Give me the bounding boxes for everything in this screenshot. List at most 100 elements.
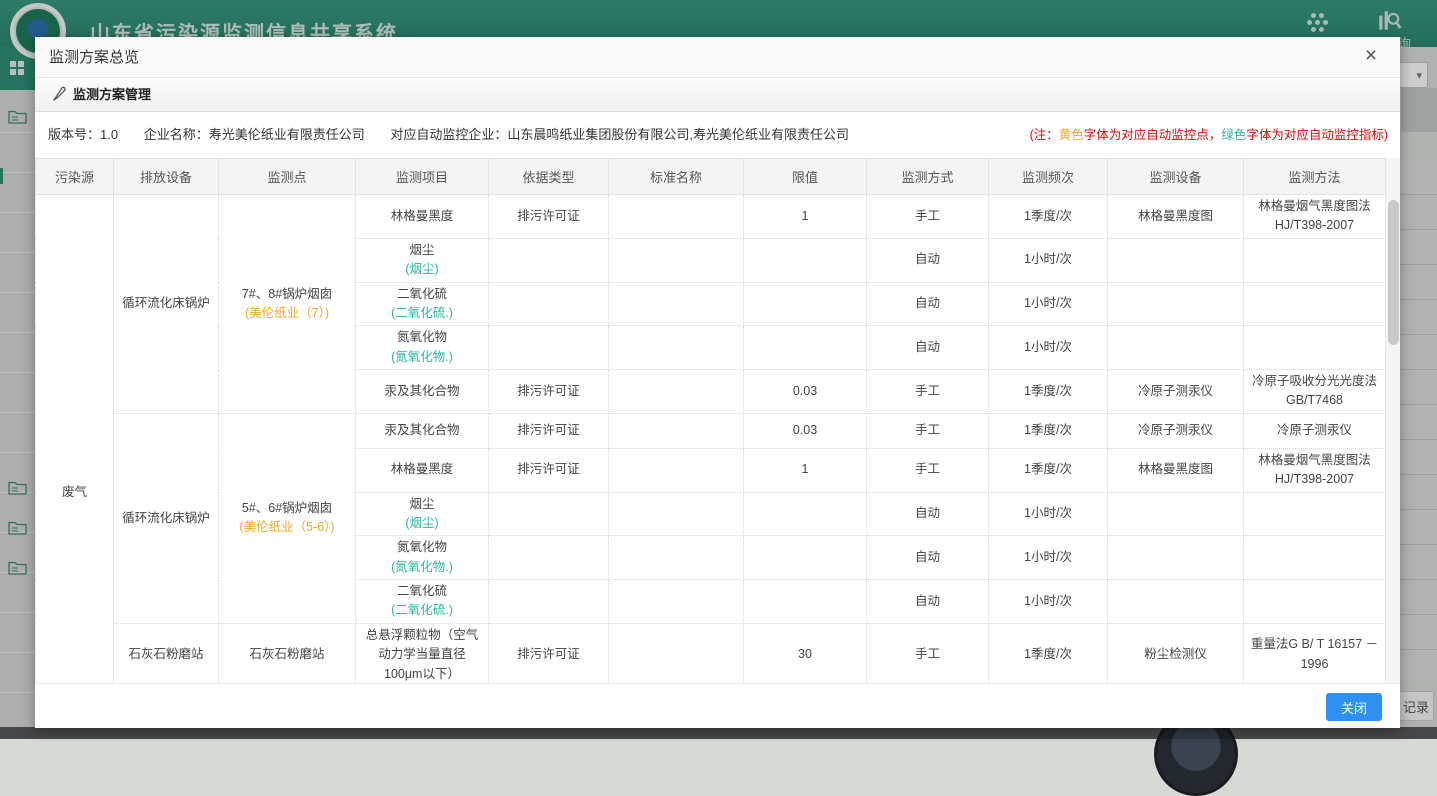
close-icon[interactable]: × (1358, 44, 1384, 68)
table-cell (609, 238, 744, 282)
table-cell: 1小时/次 (989, 580, 1108, 624)
table-row: 循环流化床锅炉5#、6#锅炉烟囱(美伦纸业（5-6）)汞及其化合物排污许可证0.… (36, 413, 1386, 448)
table-cell (1108, 326, 1244, 370)
modal-title: 监测方案总览 (49, 37, 139, 78)
table-cell: 林格曼烟气黑度图法HJ/T398-2007 (1244, 448, 1386, 492)
table-cell: 0.03 (744, 413, 867, 448)
auto-monitor-indicator: (烟尘) (361, 514, 483, 533)
table-cell (609, 536, 744, 580)
table-cell: 烟尘(烟尘) (356, 238, 489, 282)
table-cell (609, 370, 744, 414)
table-cell (1244, 238, 1386, 282)
table-cell: 30 (744, 623, 867, 683)
scrollbar-thumb[interactable] (1388, 200, 1399, 345)
table-cell: 1小时/次 (989, 238, 1108, 282)
column-header: 监测设备 (1108, 159, 1244, 195)
yellow-word: 黄色 (1059, 128, 1084, 142)
table-cell: 排污许可证 (489, 448, 609, 492)
table-cell: 手工 (867, 413, 989, 448)
table-cell (489, 492, 609, 536)
table-cell: 1 (744, 195, 867, 239)
table-cell: 汞及其化合物 (356, 413, 489, 448)
table-cell (489, 536, 609, 580)
table-cell: 自动 (867, 238, 989, 282)
table-cell: 林格曼烟气黑度图法HJ/T398-2007 (1244, 195, 1386, 239)
column-header: 监测方法 (1244, 159, 1386, 195)
pen-icon (51, 86, 68, 108)
table-cell (744, 326, 867, 370)
auto-company-value: 山东晨鸣纸业集团股份有限公司,寿光美伦纸业有限责任公司 (507, 127, 849, 142)
table-cell: 自动 (867, 282, 989, 326)
table-cell: 手工 (867, 448, 989, 492)
table-cell: 石灰石粉磨站 (219, 623, 356, 683)
table-cell: 冷原子吸收分光光度法GB/T7468 (1244, 370, 1386, 414)
version-label: 版本号： (48, 127, 100, 142)
table-cell: 自动 (867, 492, 989, 536)
table-cell (1108, 238, 1244, 282)
modal-titlebar: 监测方案总览 × (35, 37, 1400, 78)
table-cell (489, 282, 609, 326)
table-cell (744, 536, 867, 580)
section-title: 监测方案管理 (73, 78, 151, 112)
monitoring-plan-modal: 监测方案总览 × 监测方案管理 版本号：1.0 企业名称：寿光美伦纸业有限责任公… (35, 37, 1400, 728)
table-cell (609, 326, 744, 370)
table-cell (1108, 580, 1244, 624)
table-cell: 1 (744, 448, 867, 492)
color-legend-note: (注：黄色字体为对应自动监控点，绿色字体为对应自动监控指标) (1030, 112, 1388, 158)
table-cell: 1小时/次 (989, 282, 1108, 326)
table-cell (1244, 580, 1386, 624)
table-cell (609, 195, 744, 239)
monitoring-plan-table: 污染源排放设备监测点监测项目依据类型标准名称限值监测方式监测频次监测设备监测方法… (35, 158, 1386, 683)
table-cell: 林格曼黑度图 (1108, 195, 1244, 239)
table-cell (1108, 536, 1244, 580)
auto-monitor-indicator: (二氧化硫.) (361, 304, 483, 323)
table-cell: 0.03 (744, 370, 867, 414)
table-cell: 自动 (867, 536, 989, 580)
table-cell: 1小时/次 (989, 326, 1108, 370)
table-cell: 1季度/次 (989, 623, 1108, 683)
table-cell: 排污许可证 (489, 370, 609, 414)
table-scrollbar[interactable] (1385, 158, 1400, 683)
table-cell: 1小时/次 (989, 536, 1108, 580)
table-cell: 7#、8#锅炉烟囱(美伦纸业（7）) (219, 195, 356, 414)
plan-info-bar: 版本号：1.0 企业名称：寿光美伦纸业有限责任公司 对应自动监控企业：山东晨鸣纸… (35, 112, 1400, 158)
table-cell (609, 623, 744, 683)
table-cell: 石灰石粉磨站 (114, 623, 219, 683)
company-value: 寿光美伦纸业有限责任公司 (209, 127, 365, 142)
column-header: 监测项目 (356, 159, 489, 195)
table-cell (744, 282, 867, 326)
table-cell: 林格曼黑度图 (1108, 448, 1244, 492)
table-cell (744, 492, 867, 536)
table-cell: 重量法G B/ T 16157 － 1996 (1244, 623, 1386, 683)
table-cell: 林格曼黑度 (356, 195, 489, 239)
section-header: 监测方案管理 (35, 78, 1400, 112)
table-cell: 手工 (867, 195, 989, 239)
auto-monitor-indicator: (二氧化硫.) (361, 601, 483, 620)
column-header: 监测方式 (867, 159, 989, 195)
table-cell (1244, 282, 1386, 326)
table-cell (609, 413, 744, 448)
auto-monitor-point: (美伦纸业（5-6）) (224, 518, 350, 537)
table-cell: 自动 (867, 326, 989, 370)
table-cell (744, 580, 867, 624)
table-cell (489, 580, 609, 624)
green-word: 绿色 (1221, 128, 1246, 142)
table-cell: 手工 (867, 623, 989, 683)
table-cell: 汞及其化合物 (356, 370, 489, 414)
table-header-row: 污染源排放设备监测点监测项目依据类型标准名称限值监测方式监测频次监测设备监测方法 (36, 159, 1386, 195)
table-cell (609, 448, 744, 492)
company-label: 企业名称： (144, 127, 209, 142)
table-cell (1244, 492, 1386, 536)
table-cell: 循环流化床锅炉 (114, 195, 219, 414)
column-header: 限值 (744, 159, 867, 195)
table-cell: 粉尘检测仪 (1108, 623, 1244, 683)
table-cell: 自动 (867, 580, 989, 624)
table-cell: 1季度/次 (989, 370, 1108, 414)
table-cell: 排污许可证 (489, 623, 609, 683)
close-button[interactable]: 关闭 (1326, 693, 1382, 721)
table-cell: 二氧化硫(二氧化硫.) (356, 282, 489, 326)
table-cell: 氮氧化物(氮氧化物.) (356, 536, 489, 580)
auto-monitor-point: (美伦纸业（7）) (224, 304, 350, 323)
table-row: 废气循环流化床锅炉7#、8#锅炉烟囱(美伦纸业（7）)林格曼黑度排污许可证1手工… (36, 195, 1386, 239)
table-cell (1108, 492, 1244, 536)
